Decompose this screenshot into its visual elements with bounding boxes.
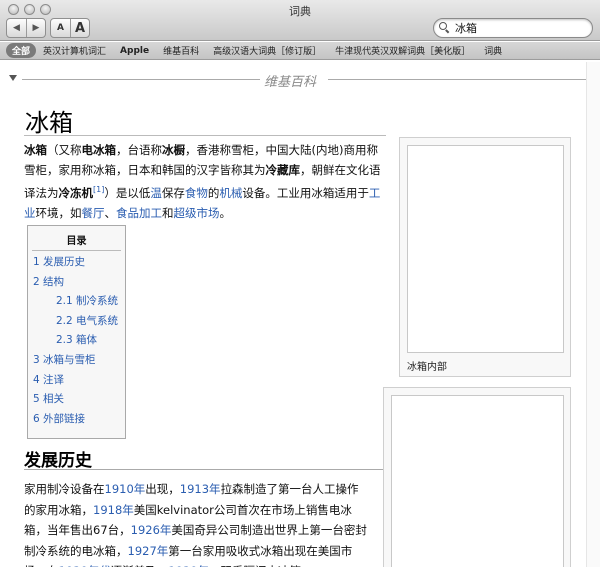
article-link[interactable]: 1913年 [180, 482, 221, 496]
dictionary-tab[interactable]: 维基百科 [156, 43, 206, 58]
toc-item[interactable]: 6 外部链接 [33, 410, 120, 430]
lead-paragraph: 冰箱（又称电冰箱，台语称冰橱，香港称雪柜，中国大陆(内地)商用称雪柜，家用称冰箱… [24, 140, 384, 223]
search-field[interactable] [433, 18, 593, 38]
toc-item[interactable]: 2.2 电气系统 [33, 312, 120, 332]
toc-item[interactable]: 5 相关 [33, 390, 120, 410]
chevron-right-icon: ▶ [32, 23, 40, 33]
bold-term: 冷冻机 [58, 185, 94, 200]
dictionary-tab[interactable]: 牛津现代英汉双解词典［美化版］ [328, 43, 477, 58]
bold-term: 冰箱 [24, 143, 47, 157]
article-link[interactable]: 1926年 [131, 523, 172, 537]
bold-term: 冷藏库 [265, 163, 301, 177]
chevron-left-icon: ◀ [13, 23, 20, 33]
article-link[interactable]: 温 [150, 186, 162, 200]
text-run: 的 [207, 185, 220, 200]
text-run: 保存 [161, 185, 185, 200]
navigation-buttons: ◀ ▶ [6, 18, 46, 38]
source-name: 维基百科 [264, 75, 317, 90]
text-run: 。 [219, 205, 232, 220]
divider [24, 469, 386, 470]
toc-item[interactable]: 3 冰箱与雪柜 [33, 351, 120, 371]
article-link[interactable]: 食品加工 [116, 206, 162, 220]
toc-title: 目录 [32, 232, 121, 251]
text-run: ，台语称 [116, 143, 162, 157]
window-toolbar: 词典 ◀ ▶ A A [0, 0, 600, 41]
window-title: 词典 [289, 5, 311, 18]
article-link[interactable]: 超级市场 [174, 206, 220, 220]
toc-list: 1 发展历史 2 结构 2.1 制冷系统 2.2 电气系统 2.3 箱体 3 冰箱与雪柜 4… [33, 253, 120, 429]
divider [328, 79, 590, 80]
divider [24, 135, 386, 136]
toc-item[interactable]: 2.1 制冷系统 [33, 292, 120, 312]
image-box: 冰箱内部 [399, 137, 571, 377]
bold-term: 冰橱 [162, 143, 185, 157]
font-size-buttons: A A [50, 18, 90, 38]
toc-item[interactable]: 1 发展历史 [33, 253, 120, 273]
section-heading-history: 发展历史 [24, 451, 92, 471]
history-paragraph: 家用制冷设备在1910年出现，1913年拉森制造了第一台人工操作的家用冰箱，19… [24, 479, 370, 567]
toc-item[interactable]: 2.3 箱体 [33, 331, 120, 351]
image-placeholder[interactable] [391, 395, 564, 567]
image-placeholder[interactable] [407, 145, 564, 353]
dictionary-tab[interactable]: Apple [113, 45, 156, 57]
article-link[interactable]: 1918年 [93, 503, 134, 517]
text-run: 家用制冷设备在 [24, 482, 105, 496]
footnote-link[interactable]: [1] [93, 185, 104, 194]
search-input[interactable] [455, 21, 585, 35]
image-box [383, 387, 571, 567]
table-of-contents: 目录 1 发展历史 2 结构 2.1 制冷系统 2.2 电气系统 2.3 箱体 3 冰箱与… [27, 225, 126, 439]
dictionary-tab[interactable]: 词典 [477, 43, 509, 58]
image-caption: 冰箱内部 [407, 362, 447, 373]
bold-term: 电冰箱 [81, 143, 117, 157]
scrollbar[interactable] [586, 62, 600, 567]
article-link[interactable]: 食物 [185, 186, 208, 200]
dictionary-tab[interactable]: 英汉计算机词汇 [36, 43, 113, 58]
back-button[interactable]: ◀ [7, 19, 26, 37]
text-run: 环境，如 [35, 205, 82, 220]
article-link[interactable]: 1927年 [128, 544, 169, 558]
toc-item[interactable]: 4 注译 [33, 371, 120, 391]
increase-font-button[interactable]: A [70, 19, 89, 37]
article-link[interactable]: 餐厅 [82, 206, 105, 220]
text-run: 出现， [145, 482, 180, 496]
article-link[interactable]: 机械 [219, 186, 242, 200]
text-run: 设备。工业用冰箱适用于 [242, 185, 369, 200]
article-title: 冰箱 [25, 109, 73, 137]
text-run: 和 [162, 205, 174, 220]
definition-content: 维基百科 冰箱 冰箱（又称电冰箱，台语称冰橱，香港称雪柜，中国大陆(内地)商用称… [0, 61, 600, 567]
forward-button[interactable]: ▶ [26, 19, 45, 37]
text-run: 、 [104, 205, 117, 220]
dictionary-tab[interactable]: 全部 [6, 43, 37, 58]
dictionary-tabs: 全部 英汉计算机词汇 Apple 维基百科 高级汉语大词典［修订版］ 牛津现代英汉双解词典… [0, 42, 600, 60]
text-run: ）是以低 [104, 185, 151, 200]
text-run: （又称 [47, 143, 82, 157]
search-icon [439, 22, 451, 34]
decrease-font-button[interactable]: A [51, 19, 70, 37]
dictionary-tab[interactable]: 高级汉语大词典［修订版］ [206, 43, 328, 58]
disclosure-triangle-icon[interactable] [9, 75, 17, 81]
divider [22, 79, 260, 80]
article-link[interactable]: 1910年 [105, 482, 146, 496]
toc-item[interactable]: 2 结构 [33, 273, 120, 293]
source-section-header: 维基百科 [0, 71, 600, 90]
